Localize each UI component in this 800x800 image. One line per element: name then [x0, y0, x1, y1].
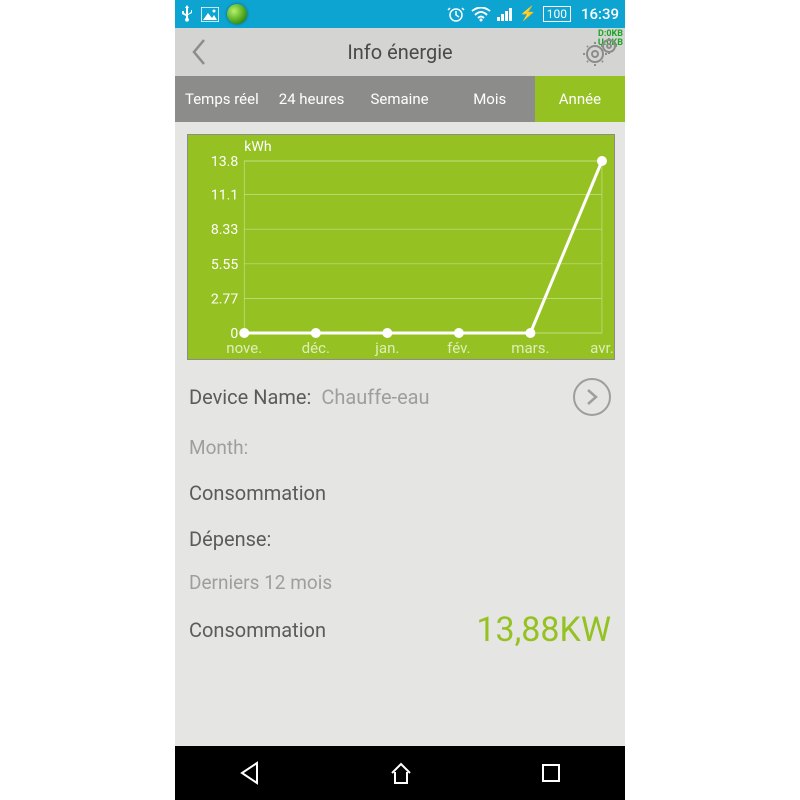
nav-recent-button[interactable]: [539, 761, 563, 785]
page-title: Info énergie: [175, 40, 625, 64]
svg-text:avr.: avr.: [590, 339, 614, 357]
device-name-value: Chauffe-eau: [321, 385, 429, 409]
app-header: Info énergie D:0KB U:0KB: [175, 28, 625, 76]
device-name-label: Device Name:: [189, 385, 311, 409]
phone-frame: ⚡ 100 16:39 Info énergie D:0KB U:0KB: [175, 0, 625, 800]
svg-text:jan.: jan.: [374, 339, 399, 357]
clock: 16:39: [581, 5, 619, 23]
signal-icon: [497, 7, 513, 21]
alarm-icon: [447, 6, 465, 22]
svg-text:5.55: 5.55: [211, 257, 239, 273]
svg-text:nove.: nove.: [226, 339, 262, 357]
charging-icon: ⚡: [519, 6, 536, 22]
tab-realtime[interactable]: Temps réel: [175, 76, 269, 122]
time-range-tabs: Temps réel 24 heures Semaine Mois Année: [175, 76, 625, 122]
total-consumption-label: Consommation: [189, 618, 326, 642]
total-consumption-value: 13,88KW: [476, 610, 611, 650]
chart-container: kWh02.775.558.3311.113.8nove.déc.jan.fév…: [175, 122, 625, 372]
consumption-heading: Consommation: [189, 481, 326, 505]
svg-text:déc.: déc.: [302, 339, 330, 357]
wifi-icon: [471, 7, 491, 22]
globe-icon: [227, 4, 247, 24]
month-label: Month:: [189, 436, 611, 459]
last12-label: Derniers 12 mois: [189, 571, 611, 594]
svg-text:11.1: 11.1: [211, 188, 238, 204]
status-bar: ⚡ 100 16:39: [175, 0, 625, 28]
picture-icon: [201, 7, 219, 22]
android-navbar: [175, 746, 625, 800]
tab-year[interactable]: Année: [535, 76, 625, 122]
info-panel: Device Name: Chauffe-eau Month: Consomma…: [175, 372, 625, 650]
device-detail-button[interactable]: [573, 378, 611, 416]
chevron-right-icon: [586, 388, 598, 406]
tab-week[interactable]: Semaine: [354, 76, 444, 122]
svg-text:8.33: 8.33: [211, 222, 238, 238]
expense-heading: Dépense:: [189, 527, 271, 551]
tab-24h[interactable]: 24 heures: [269, 76, 355, 122]
nav-home-button[interactable]: [388, 760, 414, 786]
energy-chart[interactable]: kWh02.775.558.3311.113.8nove.déc.jan.fév…: [187, 134, 615, 360]
settings-button[interactable]: [581, 28, 621, 76]
svg-text:fév.: fév.: [447, 339, 470, 357]
svg-text:2.77: 2.77: [211, 292, 239, 308]
nav-back-button[interactable]: [237, 760, 263, 786]
gear-icon: [581, 34, 621, 70]
svg-text:kWh: kWh: [244, 139, 271, 155]
device-row[interactable]: Device Name: Chauffe-eau: [189, 378, 611, 416]
svg-text:13.8: 13.8: [211, 154, 239, 170]
svg-text:mars.: mars.: [511, 339, 549, 357]
battery-level: 100: [543, 6, 571, 22]
usb-icon: [181, 5, 193, 23]
tab-month[interactable]: Mois: [445, 76, 535, 122]
